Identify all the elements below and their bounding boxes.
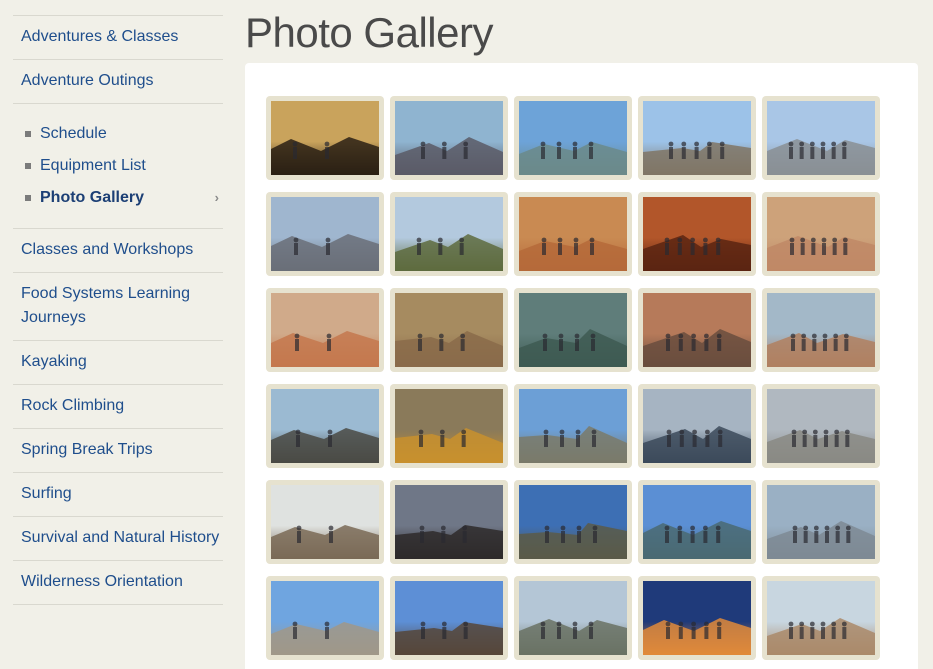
photo-image: [767, 197, 875, 271]
gallery-thumbnail[interactable]: [514, 96, 632, 180]
photo-image: [643, 293, 751, 367]
nav-item-food-systems[interactable]: Food Systems Learning Journeys: [13, 273, 223, 341]
gallery-thumbnail[interactable]: [390, 192, 508, 276]
gallery-thumbnail[interactable]: [514, 192, 632, 276]
photo-image: [643, 101, 751, 175]
nav-item-kayaking[interactable]: Kayaking: [13, 341, 223, 385]
gallery-thumbnail[interactable]: [266, 480, 384, 564]
photo-image: [519, 485, 627, 559]
gallery-thumbnail[interactable]: [762, 96, 880, 180]
sub-nav-label: Schedule: [40, 125, 107, 142]
gallery-thumbnail[interactable]: [390, 96, 508, 180]
photo-image: [767, 485, 875, 559]
photo-image: [767, 101, 875, 175]
gallery-thumbnail[interactable]: [762, 384, 880, 468]
gallery-panel: [245, 63, 918, 669]
gallery-thumbnail[interactable]: [762, 480, 880, 564]
photo-image: [395, 485, 503, 559]
gallery-grid: [266, 96, 880, 660]
photo-image: [519, 101, 627, 175]
photo-image: [767, 389, 875, 463]
gallery-thumbnail[interactable]: [390, 384, 508, 468]
page-title: Photo Gallery: [245, 9, 493, 56]
bullet-icon: [25, 163, 31, 169]
photo-image: [519, 581, 627, 655]
photo-image: [643, 485, 751, 559]
nav-item-rock-climbing[interactable]: Rock Climbing: [13, 385, 223, 429]
gallery-thumbnail[interactable]: [762, 288, 880, 372]
gallery-thumbnail[interactable]: [266, 384, 384, 468]
gallery-thumbnail[interactable]: [638, 192, 756, 276]
photo-image: [643, 389, 751, 463]
nav-item-survival[interactable]: Survival and Natural History: [13, 517, 223, 561]
sidebar-nav: Adventures & Classes Adventure Outings S…: [13, 15, 223, 605]
photo-image: [767, 293, 875, 367]
gallery-thumbnail[interactable]: [762, 192, 880, 276]
gallery-thumbnail[interactable]: [390, 288, 508, 372]
gallery-thumbnail[interactable]: [638, 288, 756, 372]
bullet-icon: [25, 131, 31, 137]
gallery-thumbnail[interactable]: [638, 576, 756, 660]
photo-image: [519, 293, 627, 367]
photo-image: [395, 293, 503, 367]
sub-nav-item-photo-gallery[interactable]: Photo Gallery ›: [13, 182, 223, 214]
gallery-thumbnail[interactable]: [514, 288, 632, 372]
photo-image: [643, 197, 751, 271]
gallery-thumbnail[interactable]: [638, 384, 756, 468]
gallery-thumbnail[interactable]: [266, 576, 384, 660]
nav-item-surfing[interactable]: Surfing: [13, 473, 223, 517]
gallery-thumbnail[interactable]: [390, 480, 508, 564]
photo-image: [271, 581, 379, 655]
photo-image: [271, 101, 379, 175]
nav-item-adventure-outings[interactable]: Adventure Outings: [13, 60, 223, 104]
sub-nav-label: Photo Gallery: [40, 189, 145, 206]
gallery-thumbnail[interactable]: [514, 480, 632, 564]
gallery-thumbnail[interactable]: [638, 96, 756, 180]
sub-nav-item-schedule[interactable]: Schedule: [13, 118, 223, 150]
photo-image: [519, 389, 627, 463]
photo-image: [395, 389, 503, 463]
gallery-thumbnail[interactable]: [638, 480, 756, 564]
photo-image: [271, 197, 379, 271]
photo-image: [643, 581, 751, 655]
photo-image: [271, 389, 379, 463]
gallery-thumbnail[interactable]: [762, 576, 880, 660]
gallery-thumbnail[interactable]: [390, 576, 508, 660]
sub-nav: Schedule Equipment List Photo Gallery ›: [13, 104, 223, 229]
nav-item-classes-workshops[interactable]: Classes and Workshops: [13, 229, 223, 273]
nav-item-adventures-classes[interactable]: Adventures & Classes: [13, 16, 223, 60]
gallery-thumbnail[interactable]: [266, 192, 384, 276]
photo-image: [395, 197, 503, 271]
bullet-icon: [25, 195, 31, 201]
nav-item-wilderness[interactable]: Wilderness Orientation: [13, 561, 223, 605]
nav-item-spring-break[interactable]: Spring Break Trips: [13, 429, 223, 473]
chevron-right-icon: ›: [214, 190, 219, 205]
gallery-thumbnail[interactable]: [266, 96, 384, 180]
gallery-thumbnail[interactable]: [514, 384, 632, 468]
gallery-thumbnail[interactable]: [514, 576, 632, 660]
photo-image: [271, 485, 379, 559]
photo-image: [395, 581, 503, 655]
photo-image: [767, 581, 875, 655]
photo-image: [519, 197, 627, 271]
gallery-thumbnail[interactable]: [266, 288, 384, 372]
photo-image: [395, 101, 503, 175]
sub-nav-item-equipment-list[interactable]: Equipment List: [13, 150, 223, 182]
photo-image: [271, 293, 379, 367]
sub-nav-label: Equipment List: [40, 157, 146, 174]
